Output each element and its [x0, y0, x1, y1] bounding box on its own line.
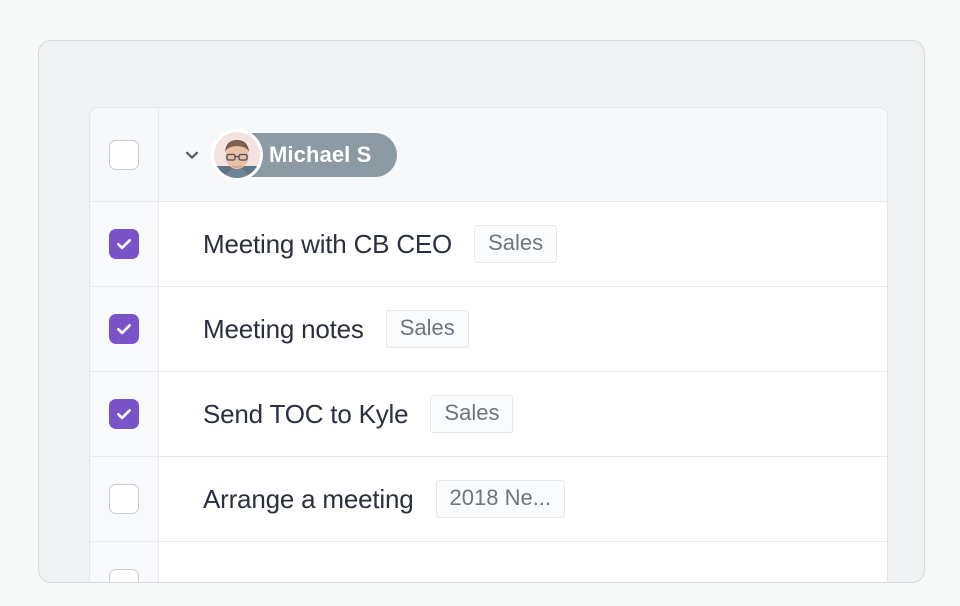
task-list-card: Michael S Meeting with CB CEO Sales Meetin… [38, 40, 925, 583]
avatar-photo-svg [214, 131, 260, 178]
assignee-pill[interactable]: Michael S [211, 128, 398, 181]
user-avatar-photo [214, 131, 260, 178]
task-title[interactable]: Meeting notes [203, 314, 364, 345]
checkmark-icon [117, 239, 131, 250]
task-content-cell: Arrange a meeting 2018 Ne... [159, 457, 887, 541]
group-header-content: Michael S [159, 108, 887, 201]
task-complete-checkbox[interactable] [109, 399, 139, 429]
table-row[interactable]: Meeting with CB CEO Sales [90, 202, 887, 287]
task-content-cell: Send TOC to Kyle Sales [159, 372, 887, 456]
table-row[interactable]: Send TOC to Kyle Sales [90, 372, 887, 457]
task-content-cell: Meeting with CB CEO Sales [159, 202, 887, 286]
table-row[interactable]: Meeting notes Sales [90, 287, 887, 372]
group-checkbox-cell[interactable] [90, 108, 159, 201]
task-title[interactable]: Meeting with CB CEO [203, 229, 452, 260]
task-checkbox-cell[interactable] [90, 202, 159, 286]
checkmark-icon [117, 324, 131, 335]
task-complete-checkbox[interactable] [109, 314, 139, 344]
table-row[interactable]: Arrange a meeting 2018 Ne... [90, 457, 887, 542]
task-title[interactable]: Send TOC to Kyle [203, 399, 409, 430]
task-tag[interactable]: 2018 Ne... [435, 479, 566, 519]
checkmark-icon [117, 409, 131, 420]
avatar [211, 128, 263, 181]
task-title[interactable]: Arrange a meeting [203, 484, 414, 515]
task-checkbox-cell[interactable] [90, 287, 159, 371]
task-checkbox-cell[interactable] [90, 372, 159, 456]
task-checkbox-cell[interactable] [90, 457, 159, 541]
task-content-cell [159, 542, 887, 582]
task-content-cell: Meeting notes Sales [159, 287, 887, 371]
group-header-row[interactable]: Michael S [90, 108, 887, 202]
task-tag[interactable]: Sales [430, 394, 514, 434]
task-table: Michael S Meeting with CB CEO Sales Meetin… [89, 107, 888, 582]
task-rows: Meeting with CB CEO Sales Meeting notes Sal… [90, 202, 887, 582]
task-complete-checkbox[interactable] [109, 229, 139, 259]
task-tag[interactable]: Sales [474, 224, 558, 264]
task-complete-checkbox[interactable] [109, 484, 139, 514]
assignee-name: Michael S [269, 141, 372, 167]
task-complete-checkbox[interactable] [109, 569, 139, 582]
chevron-down-icon[interactable] [181, 144, 203, 166]
task-tag[interactable]: Sales [385, 309, 469, 349]
table-row[interactable] [90, 542, 887, 582]
task-checkbox-cell[interactable] [90, 542, 159, 582]
group-select-checkbox[interactable] [109, 139, 139, 170]
